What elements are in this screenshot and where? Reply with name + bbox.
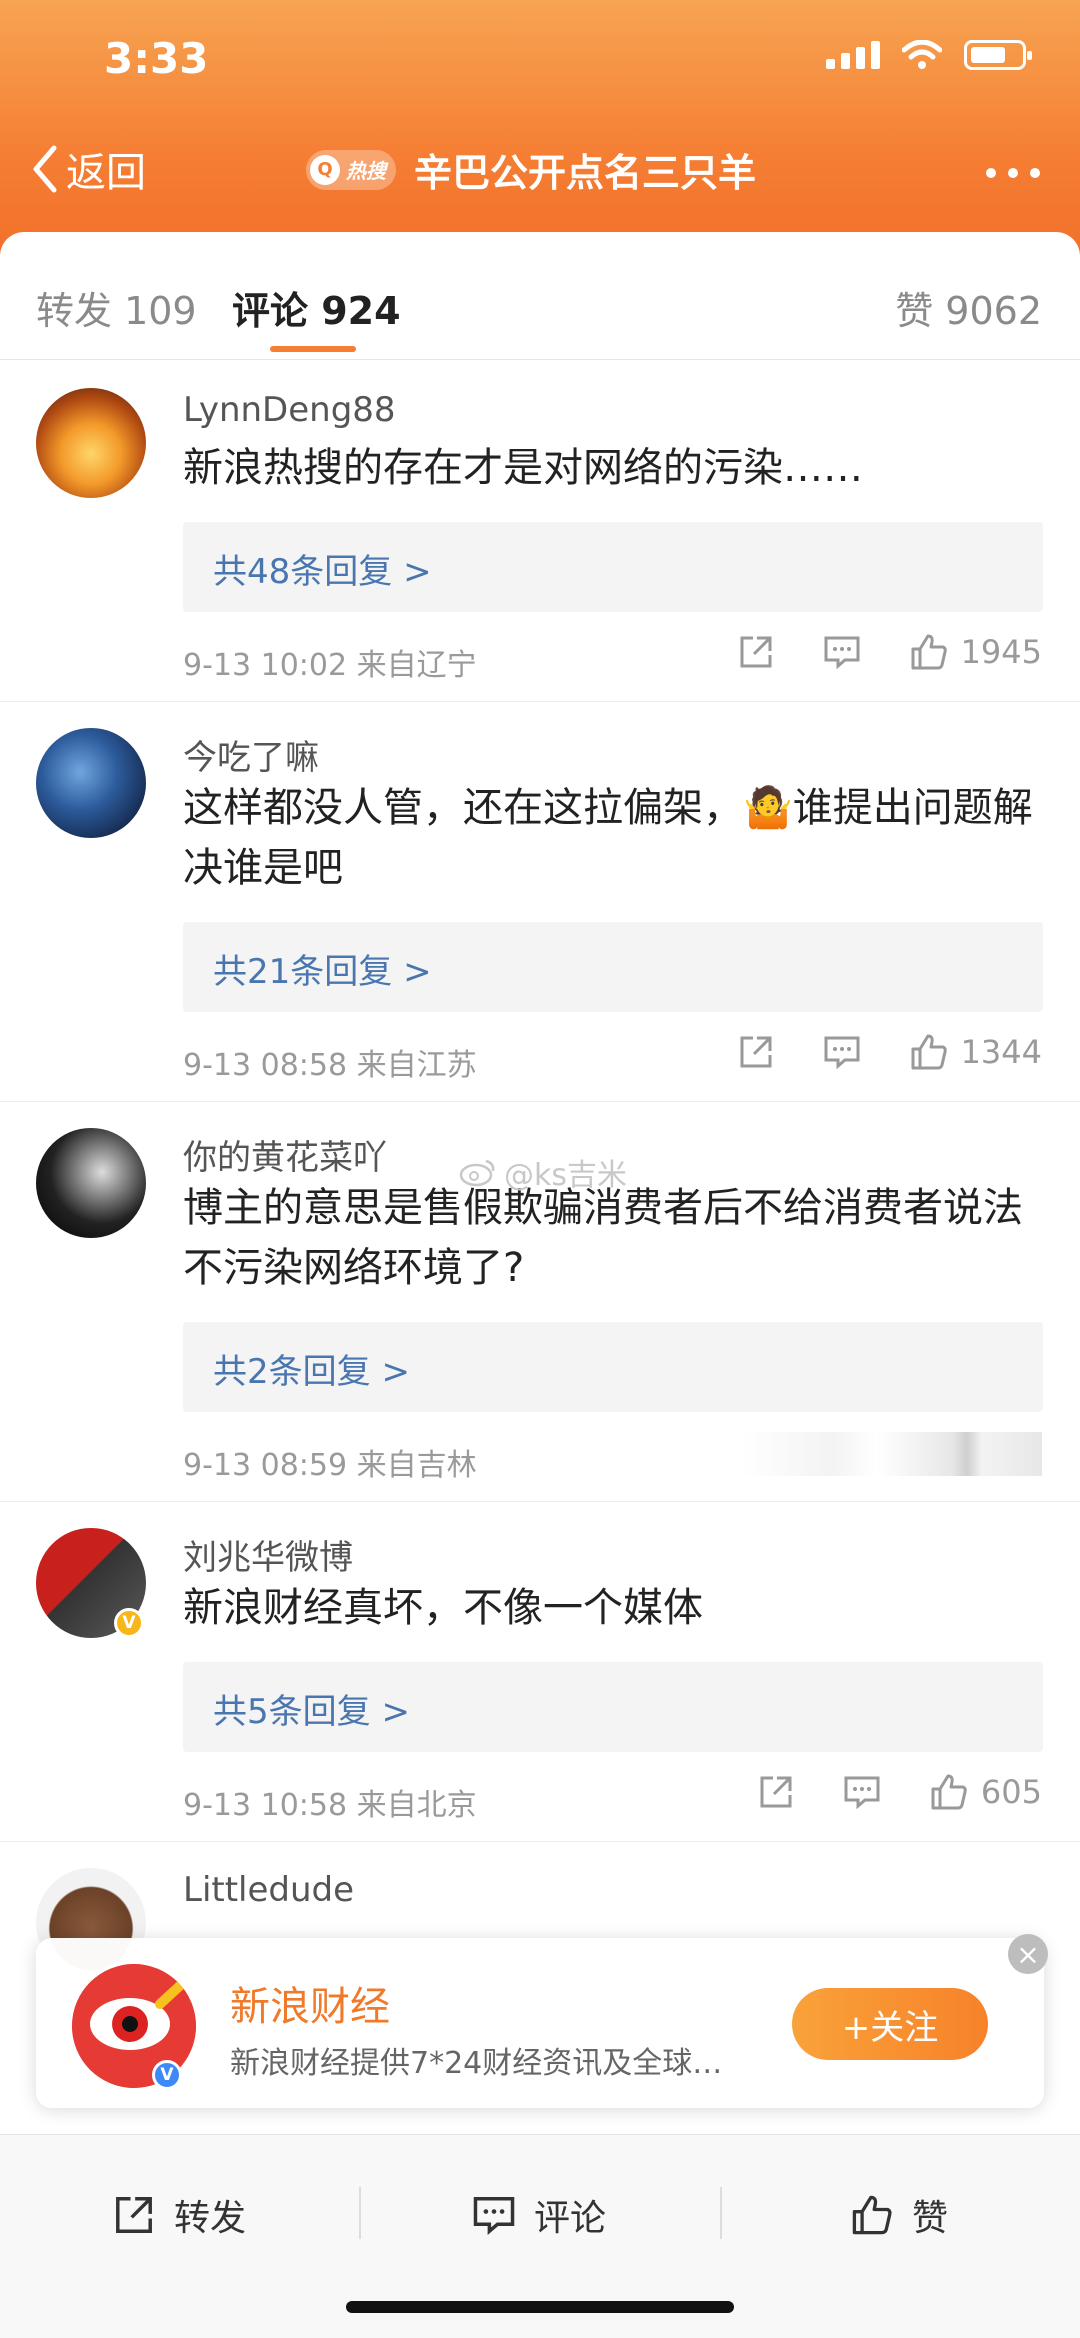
tab-like[interactable]: 赞 9062 <box>895 280 1042 335</box>
replies-link[interactable]: 共48条回复 > <box>183 522 1043 612</box>
username[interactable]: 今吃了嘛 <box>183 730 319 779</box>
like-count: 1945 <box>960 633 1042 671</box>
avatar[interactable] <box>36 728 146 838</box>
repost-label: 转发 <box>174 2198 247 2239</box>
status-icons <box>826 40 1032 70</box>
avatar[interactable] <box>36 388 146 498</box>
more-icon[interactable] <box>986 168 1040 178</box>
comment-time: 9-13 10:58 <box>183 1788 348 1823</box>
like-button[interactable]: 1344 <box>909 1032 1042 1072</box>
replies-label: 共2条回复 > <box>213 1352 410 1392</box>
battery-icon <box>964 40 1032 70</box>
share-icon[interactable] <box>757 1773 795 1811</box>
comment-button[interactable]: 评论 <box>472 2189 606 2241</box>
comment-meta: 9-13 10:58 来自北京 <box>183 1780 477 1824</box>
verified-badge-icon: V <box>114 1608 144 1638</box>
comment-time: 9-13 08:58 <box>183 1048 348 1083</box>
divider <box>359 2187 361 2239</box>
comment-location: 来自吉林 <box>356 1448 477 1483</box>
replies-label: 共5条回复 > <box>213 1692 410 1732</box>
tab-bar: 转发 109 评论 924 赞 9062 <box>0 276 1080 360</box>
like-button[interactable]: 赞 <box>850 2189 948 2241</box>
comment-item: LynnDeng88 新浪热搜的存在才是对网络的污染…… 共48条回复 > 9-… <box>0 362 1080 702</box>
tab-indicator <box>270 346 356 352</box>
comment-icon[interactable] <box>823 633 861 671</box>
watermark: @ks吉米 <box>458 1150 627 1194</box>
thumbs-up-icon <box>911 634 947 670</box>
comment-label: 评论 <box>534 2198 607 2239</box>
blurred-actions <box>742 1432 1042 1476</box>
comment-time: 9-13 08:59 <box>183 1448 348 1483</box>
comment-location: 来自北京 <box>356 1788 477 1823</box>
signal-icon <box>826 41 880 69</box>
back-label: 返回 <box>66 150 146 196</box>
thumbs-up-icon <box>931 1774 967 1810</box>
replies-label: 共21条回复 > <box>213 952 432 992</box>
like-count: 1344 <box>960 1033 1042 1071</box>
verified-badge-icon: V <box>152 2060 182 2090</box>
share-icon[interactable] <box>737 1033 775 1071</box>
tab-repost[interactable]: 转发 109 <box>36 280 197 335</box>
comment-actions: 605 <box>757 1772 1042 1812</box>
search-icon: Q <box>310 154 340 185</box>
bottom-action-bar: 转发 评论 赞 <box>0 2134 1080 2338</box>
chevron-left-icon <box>33 145 57 193</box>
tab-comment[interactable]: 评论 924 <box>232 280 401 335</box>
close-icon[interactable]: × <box>1008 1934 1048 1974</box>
weibo-logo-icon <box>459 1159 495 1187</box>
back-button[interactable]: 返回 <box>30 140 146 198</box>
thumbs-up-icon <box>911 1034 947 1070</box>
comment-icon <box>473 2197 515 2235</box>
home-indicator[interactable] <box>346 2301 734 2313</box>
comment-item: V 刘兆华微博 新浪财经真坏，不像一个媒体 共5条回复 > 9-13 10:58… <box>0 1502 1080 1842</box>
follow-popup: V 新浪财经 新浪财经提供7*24财经资讯及全球… +关注 × <box>36 1934 1048 2108</box>
divider <box>720 2187 722 2239</box>
comment-meta: 9-13 10:02 来自辽宁 <box>183 640 477 684</box>
replies-link[interactable]: 共5条回复 > <box>183 1662 1043 1752</box>
account-name[interactable]: 新浪财经 <box>230 1974 390 2032</box>
comment-location: 来自辽宁 <box>356 648 477 683</box>
thumbs-up-icon <box>852 2195 892 2235</box>
replies-label: 共48条回复 > <box>213 552 432 592</box>
topic-title: 辛巴公开点名三只羊 <box>414 151 757 195</box>
header: 3:33 返回 Q 热搜 辛巴公开点名三只羊 <box>0 0 1080 262</box>
share-icon <box>116 2197 152 2233</box>
comment-meta: 9-13 08:59 来自吉林 <box>183 1440 477 1484</box>
username[interactable]: Littledude <box>183 1870 354 1910</box>
follow-button[interactable]: +关注 <box>792 1988 988 2060</box>
comment-text: 博主的意思是售假欺骗消费者后不给消费者说法不污染网络环境了? <box>183 1185 1023 1291</box>
account-description: 新浪财经提供7*24财经资讯及全球… <box>230 2046 723 2081</box>
comment-actions: 1945 <box>737 632 1042 672</box>
replies-link[interactable]: 共2条回复 > <box>183 1322 1043 1412</box>
comment-location: 来自江苏 <box>356 1048 477 1083</box>
comment-item: 今吃了嘛 这样都没人管，还在这拉偏架，🤷谁提出问题解决谁是吧 共21条回复 > … <box>0 702 1080 1102</box>
nav-bar: 返回 Q 热搜 辛巴公开点名三只羊 <box>0 130 1080 210</box>
like-label: 赞 <box>912 2198 949 2239</box>
comment-text: 新浪财经真坏，不像一个媒体 <box>183 1585 703 1631</box>
watermark-text: @ks吉米 <box>504 1158 628 1193</box>
status-time: 3:33 <box>104 34 209 83</box>
comment-text: 这样都没人管，还在这拉偏架，🤷谁提出问题解决谁是吧 <box>183 785 1033 891</box>
avatar[interactable] <box>36 1128 146 1238</box>
comment-icon[interactable] <box>843 1773 881 1811</box>
like-count: 605 <box>980 1773 1042 1811</box>
hot-search-badge: Q 热搜 <box>306 149 396 190</box>
comment-time: 9-13 10:02 <box>183 648 348 683</box>
page-title: Q 热搜 辛巴公开点名三只羊 <box>306 142 756 197</box>
hot-badge-label: 热搜 <box>346 159 386 183</box>
comment-actions: 1344 <box>737 1032 1042 1072</box>
like-button[interactable]: 1945 <box>909 632 1042 672</box>
username[interactable]: LynnDeng88 <box>183 390 396 430</box>
like-button[interactable]: 605 <box>929 1772 1042 1812</box>
comment-icon[interactable] <box>823 1033 861 1071</box>
wifi-icon <box>902 40 942 69</box>
replies-link[interactable]: 共21条回复 > <box>183 922 1043 1012</box>
share-icon[interactable] <box>737 633 775 671</box>
repost-button[interactable]: 转发 <box>112 2189 246 2241</box>
username[interactable]: 刘兆华微博 <box>183 1530 353 1579</box>
comment-meta: 9-13 08:58 来自江苏 <box>183 1040 477 1084</box>
comment-text: 新浪热搜的存在才是对网络的污染…… <box>183 445 863 491</box>
username[interactable]: 你的黄花菜吖 <box>183 1130 387 1179</box>
